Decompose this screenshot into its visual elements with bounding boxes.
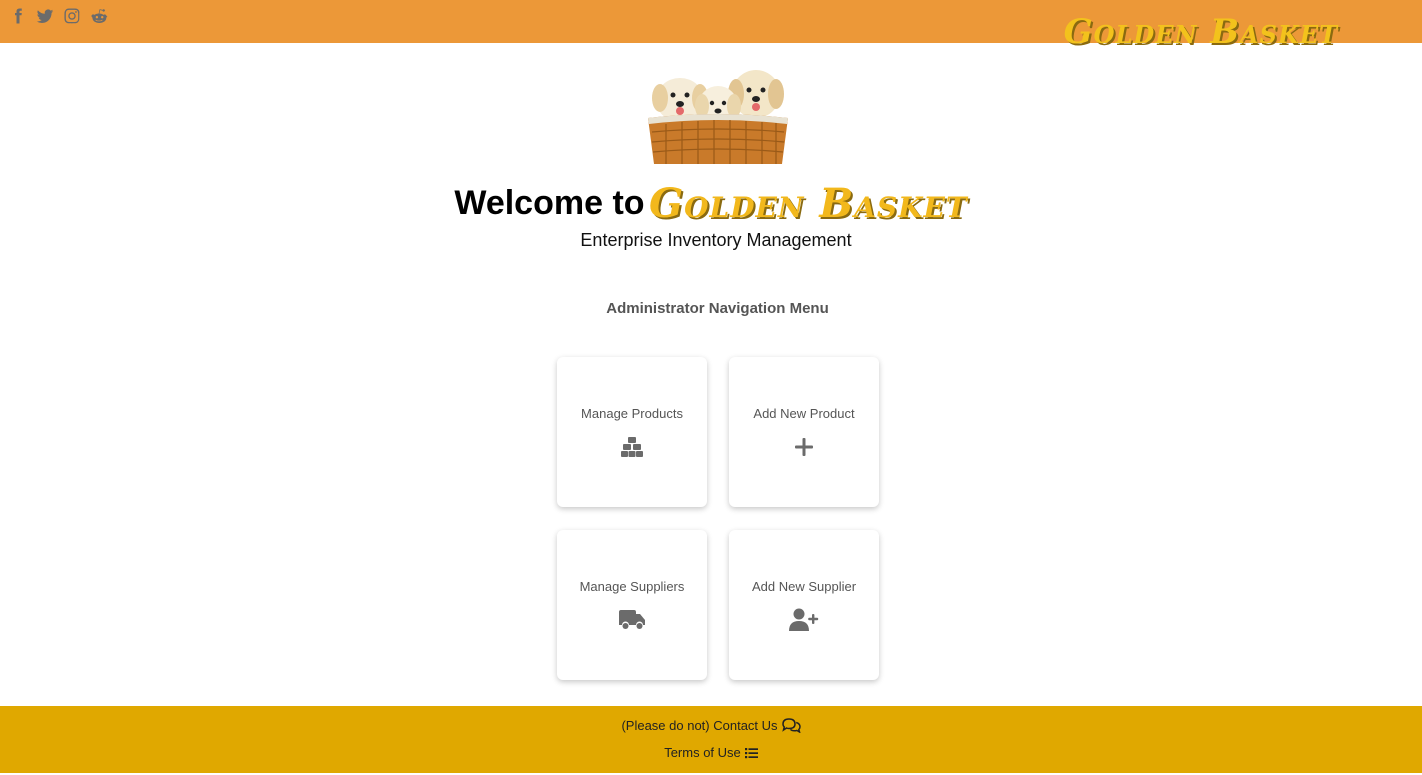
terms-of-use-label: Terms of Use — [664, 745, 741, 760]
page-subtitle: Enterprise Inventory Management — [580, 230, 852, 250]
terms-of-use-link[interactable]: Terms of Use — [0, 745, 1422, 760]
menu-title: Administrator Navigation Menu — [606, 300, 829, 317]
instagram-icon[interactable] — [63, 7, 81, 25]
truck-icon — [617, 608, 647, 632]
card-label: Manage Products — [581, 406, 683, 421]
twitter-icon[interactable] — [36, 7, 54, 25]
contact-us-label: (Please do not) Contact Us — [621, 718, 778, 733]
boxes-icon — [617, 435, 647, 459]
contact-us-link[interactable]: (Please do not) Contact Us — [0, 718, 1422, 733]
top-bar: Golden Basket — [0, 0, 1422, 52]
card-label: Manage Suppliers — [579, 579, 685, 594]
add-new-product-card[interactable]: Add New Product — [729, 357, 879, 507]
welcome-heading: Welcome to Golden Basket — [0, 180, 1422, 227]
welcome-brand: Golden Basket — [648, 180, 968, 227]
puppies-basket-image — [648, 70, 788, 164]
card-label: Add New Product — [753, 406, 855, 421]
facebook-icon[interactable] — [9, 7, 27, 25]
list-icon — [744, 747, 758, 758]
footer: (Please do not) Contact Us Terms of Use — [0, 706, 1422, 773]
comments-icon — [781, 718, 801, 733]
manage-suppliers-card[interactable]: Manage Suppliers — [557, 530, 707, 680]
manage-products-card[interactable]: Manage Products — [557, 357, 707, 507]
social-links — [9, 7, 108, 25]
add-new-supplier-card[interactable]: Add New Supplier — [729, 530, 879, 680]
reddit-icon[interactable] — [90, 7, 108, 25]
welcome-text: Welcome to — [454, 184, 645, 222]
header-brand-logo[interactable]: Golden Basket — [1064, 12, 1338, 52]
plus-icon — [789, 435, 819, 459]
card-label: Add New Supplier — [751, 579, 857, 594]
user-plus-icon — [789, 608, 819, 632]
